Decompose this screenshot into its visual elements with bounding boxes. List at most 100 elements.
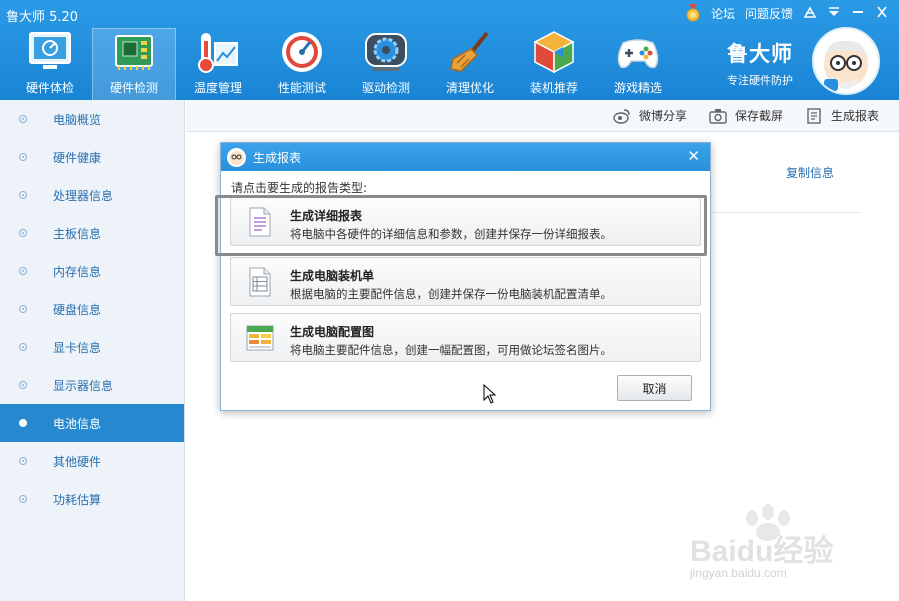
sidebar-item-cpu[interactable]: 处理器信息 <box>0 176 184 214</box>
nav-label: 驱动检测 <box>361 81 410 95</box>
sidebar: 电脑概览 硬件健康 处理器信息 主板信息 内存信息 硬盘信息 显卡信息 显示器信… <box>0 100 185 601</box>
brand-slogan: 专注硬件防护 <box>727 74 793 87</box>
avatar <box>812 27 880 95</box>
watermark-text: Baidu经验 <box>690 535 834 568</box>
brand: 鲁大师 专注硬件防护 <box>727 38 793 88</box>
sidebar-item-label: 其他硬件 <box>53 454 102 469</box>
cancel-button[interactable]: 取消 <box>617 375 692 401</box>
option-desc: 根据电脑的主要配件信息，创建并保存一份电脑装机配置清单。 <box>290 287 612 301</box>
option-config-image[interactable]: 生成电脑配置图 将电脑主要配件信息，创建一幅配置图，可用做论坛签名图片。 <box>230 313 701 362</box>
option-build-list[interactable]: 生成电脑装机单 根据电脑的主要配件信息，创建并保存一份电脑装机配置清单。 <box>230 257 701 306</box>
bullet-icon <box>19 153 27 161</box>
nav-temperature[interactable]: 温度管理 <box>176 28 260 100</box>
sidebar-item-label: 显示器信息 <box>53 378 114 393</box>
nav-cleanup[interactable]: 清理优化 <box>428 28 512 100</box>
app-logo-icon <box>227 147 246 167</box>
feedback-link[interactable]: 问题反馈 <box>745 5 793 22</box>
bullet-icon <box>19 343 27 351</box>
top-right-bar: 论坛 问题反馈 <box>685 4 889 22</box>
copy-info-link[interactable]: 复制信息 <box>786 164 834 181</box>
sidebar-item-label: 电池信息 <box>53 416 102 431</box>
option-desc: 将电脑主要配件信息，创建一幅配置图，可用做论坛签名图片。 <box>290 343 612 357</box>
close-icon[interactable] <box>875 6 889 20</box>
nav-label: 温度管理 <box>193 81 242 95</box>
app-title: 鲁大师 5.20 <box>6 10 79 25</box>
sidebar-item-label: 电脑概览 <box>53 112 102 127</box>
speedometer-icon <box>282 32 322 72</box>
watermark-subtext: jingyan.baidu.com <box>690 566 787 580</box>
minimize-icon[interactable] <box>851 6 865 20</box>
bullet-icon <box>19 115 27 123</box>
weibo-share-label: 微博分享 <box>638 109 687 123</box>
sidebar-item-gpu[interactable]: 显卡信息 <box>0 328 184 366</box>
dialog-close-icon[interactable]: ✕ <box>687 147 700 165</box>
checklist-icon <box>249 267 271 297</box>
main-nav: 硬件体检 硬件检测 温度管理 性能测试 驱动检测 清理优化 装机推荐 游戏精选 <box>8 28 680 100</box>
sidebar-item-label: 硬盘信息 <box>53 302 102 317</box>
report-dialog: 生成报表 ✕ 请点击要生成的报告类型: 生成详细报表 将电脑中各硬件的详细信息和… <box>215 142 711 411</box>
bullet-icon <box>19 267 27 275</box>
bullet-icon <box>19 457 27 465</box>
sidebar-item-label: 内存信息 <box>53 264 102 279</box>
dialog-title: 生成报表 <box>253 150 302 165</box>
sidebar-item-motherboard[interactable]: 主板信息 <box>0 214 184 252</box>
mouse-cursor-icon <box>483 384 497 404</box>
dialog-prompt: 请点击要生成的报告类型: <box>231 181 368 195</box>
nav-label: 硬件检测 <box>109 81 158 95</box>
gamepad-icon <box>617 39 659 69</box>
bullet-icon <box>19 191 27 199</box>
option-desc: 将电脑中各硬件的详细信息和参数，创建并保存一份详细报表。 <box>290 227 612 241</box>
cube-icon <box>533 31 575 74</box>
sidebar-item-label: 处理器信息 <box>53 188 114 203</box>
bullet-icon <box>19 305 27 313</box>
dialog-titlebar: 生成报表 <box>221 143 710 171</box>
nav-label: 性能测试 <box>277 81 326 95</box>
circuit-board-icon <box>115 35 153 70</box>
weibo-share-button[interactable]: 微博分享 <box>613 107 687 124</box>
sidebar-item-display[interactable]: 显示器信息 <box>0 366 184 404</box>
nav-games[interactable]: 游戏精选 <box>596 28 680 100</box>
brand-name: 鲁大师 <box>727 42 793 66</box>
sidebar-item-memory[interactable]: 内存信息 <box>0 252 184 290</box>
skin-icon[interactable] <box>803 6 817 20</box>
nav-hardware-checkup[interactable]: 硬件体检 <box>8 28 92 100</box>
bullet-icon <box>19 229 27 237</box>
nav-label: 游戏精选 <box>613 81 662 95</box>
nav-hardware-detect[interactable]: 硬件检测 <box>92 28 176 100</box>
generate-report-label: 生成报表 <box>830 109 879 123</box>
sidebar-item-health[interactable]: 硬件健康 <box>0 138 184 176</box>
sidebar-item-disk[interactable]: 硬盘信息 <box>0 290 184 328</box>
option-title: 生成详细报表 <box>290 209 363 223</box>
option-detailed-report[interactable]: 生成详细报表 将电脑中各硬件的详细信息和参数，创建并保存一份详细报表。 <box>215 195 707 256</box>
sidebar-item-battery[interactable]: 电池信息 <box>0 404 184 442</box>
spreadsheet-icon <box>246 325 274 351</box>
content-toolbar: 微博分享 保存截屏 生成报表 <box>186 100 899 132</box>
nav-performance[interactable]: 性能测试 <box>260 28 344 100</box>
weibo-icon <box>613 108 630 124</box>
mascot-icon <box>824 40 868 91</box>
nav-driver[interactable]: 驱动检测 <box>344 28 428 100</box>
thermometer-icon <box>198 33 238 73</box>
document-icon <box>249 207 271 237</box>
sidebar-item-overview[interactable]: 电脑概览 <box>0 100 184 138</box>
nav-label: 装机推荐 <box>529 81 578 95</box>
broom-icon <box>450 31 489 72</box>
save-screenshot-button[interactable]: 保存截屏 <box>709 107 783 124</box>
gear-icon <box>365 33 407 71</box>
menu-dropdown-icon[interactable] <box>827 6 841 20</box>
sidebar-item-power-estimate[interactable]: 功耗估算 <box>0 480 184 518</box>
option-title: 生成电脑配置图 <box>290 325 375 339</box>
sidebar-item-label: 硬件健康 <box>53 150 102 165</box>
sidebar-item-other-hardware[interactable]: 其他硬件 <box>0 442 184 480</box>
monitor-icon <box>29 32 71 69</box>
nav-label: 清理优化 <box>445 81 494 95</box>
generate-report-button[interactable]: 生成报表 <box>805 107 879 124</box>
nav-build-recommend[interactable]: 装机推荐 <box>512 28 596 100</box>
report-icon <box>807 107 821 124</box>
sidebar-item-label: 功耗估算 <box>53 492 102 507</box>
option-title: 生成电脑装机单 <box>290 269 375 283</box>
sidebar-item-label: 主板信息 <box>53 226 102 241</box>
forum-link[interactable]: 论坛 <box>711 5 735 22</box>
medal-icon[interactable] <box>685 4 701 22</box>
bullet-icon <box>19 495 27 503</box>
